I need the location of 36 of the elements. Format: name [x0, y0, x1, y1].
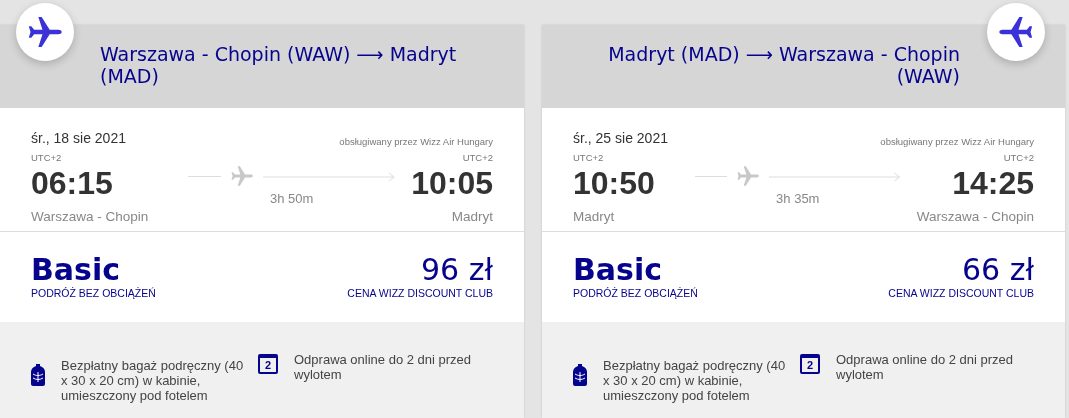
departure-time: 10:50 — [573, 167, 655, 199]
price-note: CENA WIZZ DISCOUNT CLUB — [347, 286, 493, 301]
fare-price: 66 zł — [962, 254, 1034, 286]
fare-subtitle: PODRÓŻ BEZ OBCIĄŻEŃ — [573, 286, 698, 301]
price-note: CENA WIZZ DISCOUNT CLUB — [888, 286, 1034, 301]
flight-duration: 3h 50m — [270, 190, 314, 208]
flight-duration: 3h 35m — [776, 190, 820, 208]
timezone-label: UTC+2 — [573, 153, 605, 163]
calendar-icon: 2 — [800, 354, 820, 374]
operator-text: obsługiwany przez Wizz Air Hungary — [880, 134, 1034, 149]
calendar-icon: 2 — [258, 354, 278, 374]
timezone-label: UTC+2 — [1003, 153, 1034, 163]
flight-date: śr., 18 sie 2021 — [31, 129, 126, 148]
feature-text: Odprawa online do 2 dni przed wylotem — [294, 352, 473, 384]
feature-text: Bezpłatny bagaż podręczny (40 x 30 x 20 cm) w kabinie, umieszczony pod fotelem — [61, 358, 245, 403]
arrival-time: 10:05 — [411, 167, 493, 199]
flight-date: śr., 25 sie 2021 — [573, 129, 668, 148]
backpack-icon — [573, 363, 587, 386]
departure-time: 06:15 — [31, 167, 114, 199]
route-title: Warszawa - Chopin (WAW) ⟶ Madryt (MAD) — [100, 43, 458, 87]
arrival-airport: Madryt — [451, 208, 493, 226]
departure-airport: Warszawa - Chopin — [31, 208, 149, 226]
departure-airport: Madryt — [573, 208, 616, 226]
timezone-label: UTC+2 — [462, 153, 493, 163]
fare-name: Basic — [31, 254, 122, 286]
fare-name: Basic — [573, 254, 664, 286]
route-title: Madryt (MAD) ⟶ Warszawa - Chopin (WAW) — [607, 43, 960, 87]
timezone-label: UTC+2 — [31, 153, 63, 163]
arrival-time: 14:25 — [952, 167, 1034, 199]
fare-price: 96 zł — [421, 254, 493, 286]
feature-text: Bezpłatny bagaż podręczny (40 x 30 x 20 cm) w kabinie, umieszczony pod fotelem — [603, 358, 787, 403]
arrival-airport: Warszawa - Chopin — [916, 208, 1034, 226]
operator-text: obsługiwany przez Wizz Air Hungary — [339, 134, 493, 149]
feature-text: Odprawa online do 2 dni przed wylotem — [836, 352, 1015, 384]
backpack-icon — [31, 363, 45, 386]
fare-subtitle: PODRÓŻ BEZ OBCIĄŻEŃ — [31, 286, 156, 301]
